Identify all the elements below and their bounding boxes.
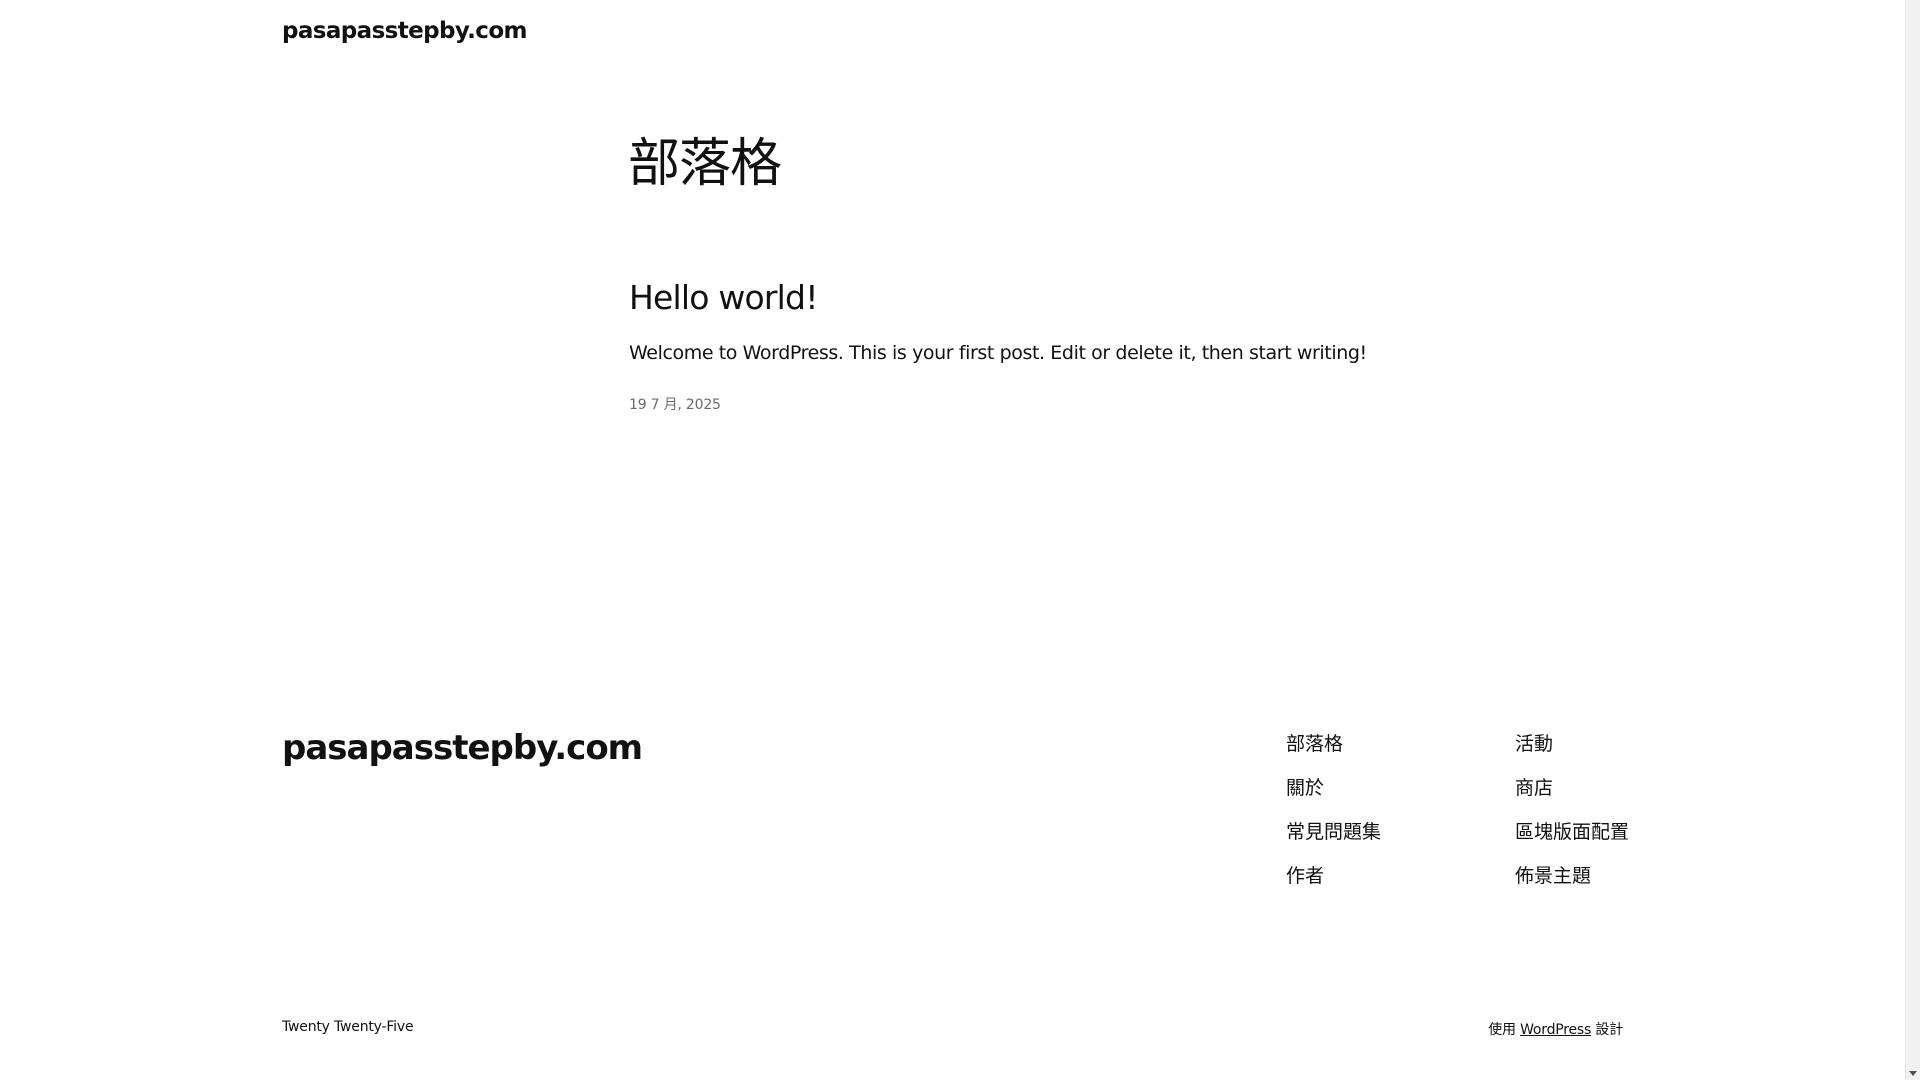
footer-theme-name: Twenty Twenty-Five bbox=[282, 1019, 414, 1035]
footer-nav-item-authors[interactable]: 作者 bbox=[1286, 858, 1381, 902]
vertical-scrollbar[interactable] bbox=[1905, 0, 1920, 1080]
post-date[interactable]: 19 7 月, 2025 bbox=[629, 394, 721, 414]
scroll-down-arrow-icon[interactable] bbox=[1909, 1071, 1917, 1076]
footer-credit-prefix: 使用 bbox=[1488, 1022, 1516, 1038]
footer-nav-item-faq[interactable]: 常見問題集 bbox=[1286, 814, 1381, 858]
footer-nav-item-themes[interactable]: 佈景主題 bbox=[1515, 858, 1629, 902]
footer-site-title-link[interactable]: pasapasstepby.com bbox=[282, 728, 643, 768]
page-title: 部落格 bbox=[628, 134, 782, 194]
footer-nav-item-patterns[interactable]: 區塊版面配置 bbox=[1515, 814, 1629, 858]
footer-nav-item-events[interactable]: 活動 bbox=[1515, 726, 1629, 770]
footer-credit-suffix: 設計 bbox=[1595, 1022, 1623, 1038]
footer-nav-item-shop[interactable]: 商店 bbox=[1515, 770, 1629, 814]
page: pasapasstepby.com 部落格 Hello world! Welco… bbox=[0, 0, 1905, 1080]
footer-nav-item-about[interactable]: 關於 bbox=[1286, 770, 1381, 814]
wordpress-link[interactable]: WordPress bbox=[1520, 1022, 1591, 1038]
footer-nav-item-blog[interactable]: 部落格 bbox=[1286, 726, 1381, 770]
footer-nav-column-1: 部落格 關於 常見問題集 作者 bbox=[1286, 726, 1381, 902]
footer-nav-column-2: 活動 商店 區塊版面配置 佈景主題 bbox=[1515, 726, 1629, 902]
footer-credit: 使用 WordPress 設計 bbox=[1488, 1019, 1623, 1039]
post-excerpt: Welcome to WordPress. This is your first… bbox=[629, 342, 1367, 364]
post-title-link[interactable]: Hello world! bbox=[629, 278, 818, 318]
site-title-link[interactable]: pasapasstepby.com bbox=[282, 18, 528, 44]
